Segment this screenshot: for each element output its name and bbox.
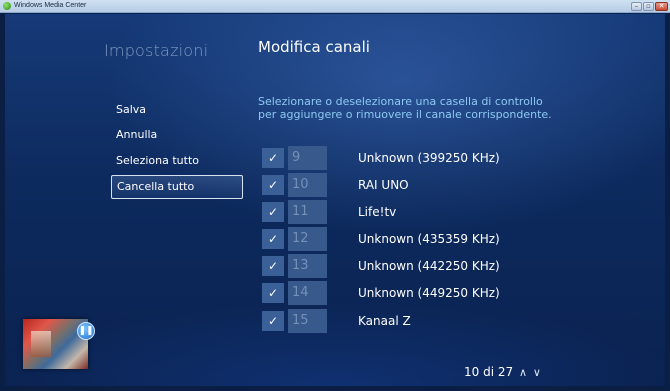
channel-row: ✓ 11 Life!tv [262,200,562,224]
channel-name: Unknown (449250 KHz) [358,286,500,300]
page-up-icon[interactable]: ∧ [519,366,527,379]
channel-row: ✓ 10 RAI UNO [262,173,562,197]
channel-row: ✓ 9 Unknown (399250 KHz) [262,146,562,170]
channel-checkbox[interactable]: ✓ [262,148,284,168]
channel-checkbox[interactable]: ✓ [262,229,284,249]
channel-number-field[interactable]: 9 [288,146,327,170]
channel-number-field[interactable]: 10 [288,173,327,197]
clear-all-button[interactable]: Cancella tutto [111,175,243,199]
channel-checkbox[interactable]: ✓ [262,283,284,303]
channel-number-field[interactable]: 15 [288,309,327,333]
select-all-button[interactable]: Seleziona tutto [111,149,243,173]
channel-name: Unknown (442250 KHz) [358,259,500,273]
channel-row: ✓ 12 Unknown (435359 KHz) [262,227,562,251]
channel-number-field[interactable]: 13 [288,254,327,278]
media-center-logo-icon [3,2,11,10]
page-title: Modifica canali [258,38,370,56]
channel-checkbox[interactable]: ✓ [262,202,284,222]
window-titlebar: Windows Media Center – ▫ ✕ [0,0,670,13]
channel-row: ✓ 13 Unknown (442250 KHz) [262,254,562,278]
channel-name: Unknown (399250 KHz) [358,151,500,165]
page-down-icon[interactable]: ∨ [533,366,541,379]
section-title: Impostazioni [104,41,209,60]
media-center-stage: Impostazioni Modifica canali Salva Annul… [5,14,665,386]
window-border-bottom [0,386,670,391]
pause-icon[interactable]: ❚❚ [77,322,95,340]
maximize-button[interactable]: ▫ [643,2,654,11]
close-button[interactable]: ✕ [655,2,668,11]
channel-row: ✓ 15 Kanaal Z [262,309,562,333]
channel-name: Unknown (435359 KHz) [358,232,500,246]
channel-name: RAI UNO [358,178,409,192]
channel-checkbox[interactable]: ✓ [262,175,284,195]
page-counter: 10 di 27 [464,365,514,379]
channel-name: Life!tv [358,205,397,219]
pager: 10 di 27 ∧ ∨ [464,365,541,379]
channel-name: Kanaal Z [358,314,411,328]
minimize-button[interactable]: – [631,2,642,11]
save-button[interactable]: Salva [111,98,243,122]
instructions-text: Selezionare o deselezionare una casella … [258,95,552,121]
channel-checkbox[interactable]: ✓ [262,256,284,276]
window-border-right [665,13,670,391]
channel-checkbox[interactable]: ✓ [262,311,284,331]
channel-number-field[interactable]: 12 [288,227,327,251]
cancel-button[interactable]: Annulla [111,123,243,147]
channel-number-field[interactable]: 14 [288,281,327,305]
channel-row: ✓ 14 Unknown (449250 KHz) [262,281,562,305]
channel-number-field[interactable]: 11 [288,200,327,224]
window-title: Windows Media Center [14,2,87,9]
